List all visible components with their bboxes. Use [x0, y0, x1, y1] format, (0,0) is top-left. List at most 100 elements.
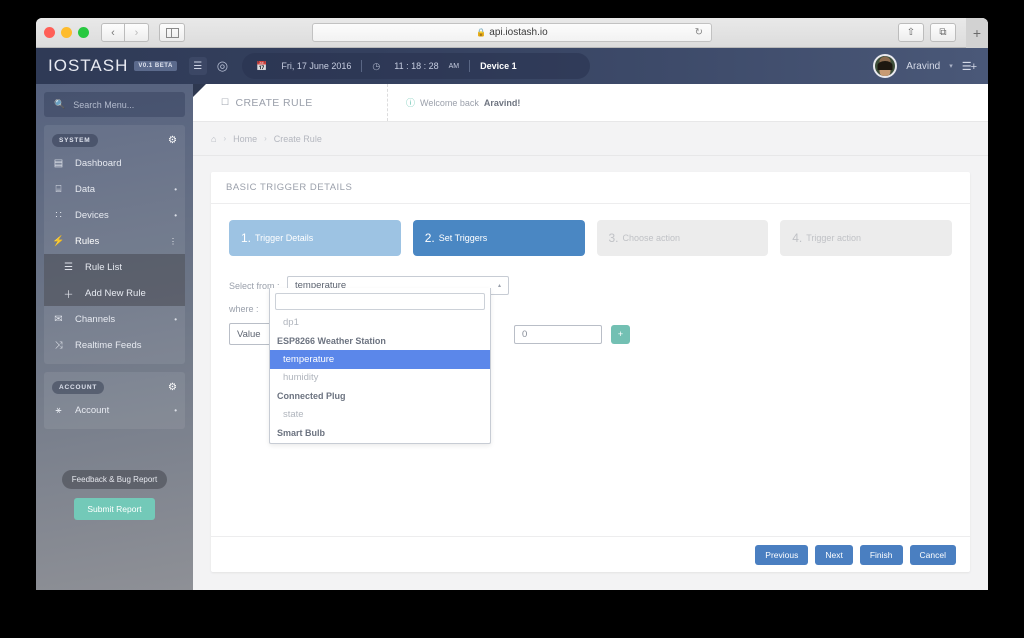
- dropdown-option-temperature[interactable]: temperature: [270, 350, 490, 369]
- inbox-icon: ✉: [54, 313, 63, 325]
- sidebar-item-label: Rules: [75, 235, 100, 247]
- gear-icon[interactable]: ⚙: [168, 382, 177, 393]
- breadcrumb-item-create-rule: Create Rule: [273, 133, 322, 144]
- user-name-label[interactable]: Aravind: [906, 61, 940, 72]
- globe-icon[interactable]: ◎: [217, 58, 228, 74]
- breadcrumb-item-home[interactable]: Home: [233, 134, 257, 144]
- sidebar-item-label: Add New Rule: [85, 287, 146, 299]
- step-choose-action[interactable]: 3. Choose action: [596, 220, 769, 256]
- back-button[interactable]: ‹: [101, 23, 125, 42]
- submit-report-button[interactable]: Submit Report: [74, 498, 155, 520]
- sidebar-item-label: Devices: [75, 209, 109, 221]
- sidebar-item-label: Account: [75, 404, 110, 416]
- step-label: Set Triggers: [438, 233, 488, 243]
- feedback-section: Feedback & Bug Report Submit Report: [44, 469, 185, 520]
- step-number: 2.: [424, 231, 435, 245]
- dropdown-option-dp1[interactable]: dp1: [270, 313, 490, 332]
- maximize-window-icon[interactable]: [78, 27, 89, 38]
- address-bar[interactable]: 🔒 api.iostash.io ↻: [312, 23, 712, 42]
- reload-icon[interactable]: ↻: [695, 27, 703, 38]
- divider: [469, 60, 471, 72]
- dropdown-option-state[interactable]: state: [270, 406, 490, 425]
- dashboard-icon: ▤: [53, 157, 64, 169]
- trigger-form: Select from : temperature ▴ where : Valu…: [211, 256, 970, 536]
- basic-trigger-details-card: BASIC TRIGGER DETAILS 1. Trigger Details…: [211, 172, 970, 572]
- browser-window: ‹ › 🔒 api.iostash.io ↻ ⇧ ⧉ + IOSTASH V0.…: [36, 18, 988, 590]
- minimize-window-icon[interactable]: [61, 27, 72, 38]
- app-logo[interactable]: IOSTASH: [48, 56, 128, 76]
- current-date: Fri, 17 June 2016: [281, 61, 352, 71]
- previous-button[interactable]: Previous: [755, 544, 809, 565]
- app-root: IOSTASH V0.1 BETA ☰ ◎ 📅 Fri, 17 June 201…: [36, 48, 988, 590]
- status-dot: •: [174, 405, 177, 415]
- step-set-triggers[interactable]: 2. Set Triggers: [412, 220, 585, 256]
- sidebar-item-rules[interactable]: ⚡ Rules ⋮: [44, 228, 185, 254]
- chevron-down-icon[interactable]: ▾: [949, 62, 953, 70]
- page-header: ☐ CREATE RULE ⓘ Welcome back Aravind!: [193, 84, 988, 122]
- share-button[interactable]: ⇧: [898, 23, 924, 42]
- tabs-button[interactable]: ⧉: [930, 23, 956, 42]
- sidebar-toggle-button[interactable]: [159, 23, 185, 42]
- close-window-icon[interactable]: [44, 27, 55, 38]
- sidebar-item-add-new-rule[interactable]: ＋ Add New Rule: [44, 280, 185, 306]
- add-condition-button[interactable]: +: [611, 324, 630, 344]
- sidebar-item-dashboard[interactable]: ▤ Dashboard: [44, 150, 185, 176]
- gear-icon[interactable]: ⚙: [168, 135, 177, 146]
- threshold-input[interactable]: 0: [514, 324, 602, 344]
- info-icon: ⓘ: [406, 98, 416, 108]
- add-menu-icon[interactable]: ☰+: [962, 60, 977, 73]
- divider: [361, 60, 363, 72]
- window-icon: ☐: [221, 97, 230, 107]
- step-number: 1.: [241, 231, 252, 245]
- sidebar-item-devices[interactable]: ∷ Devices •: [44, 202, 185, 228]
- sidebar-group-header: ACCOUNT ⚙: [44, 377, 185, 397]
- forward-button[interactable]: ›: [125, 23, 149, 42]
- next-button[interactable]: Next: [815, 544, 853, 565]
- time-meridiem: AM: [448, 62, 460, 70]
- bolt-icon: ⚡: [52, 235, 65, 247]
- sidebar-item-label: Realtime Feeds: [75, 339, 142, 351]
- cancel-button[interactable]: Cancel: [909, 544, 956, 565]
- breadcrumb-separator: ›: [264, 134, 267, 143]
- chevron-up-icon: ▴: [497, 283, 501, 289]
- user-icon: ⚹: [55, 404, 62, 416]
- step-label: Trigger Details: [255, 233, 314, 243]
- breadcrumb: ⌂ › Home › Create Rule: [193, 122, 988, 156]
- threshold-value: 0: [522, 328, 528, 340]
- step-trigger-action[interactable]: 4. Trigger action: [780, 220, 952, 256]
- sidebar-item-channels[interactable]: ✉ Channels •: [44, 306, 185, 332]
- url-text: api.iostash.io: [489, 27, 548, 38]
- finish-button[interactable]: Finish: [859, 544, 903, 565]
- step-number: 4.: [792, 231, 803, 245]
- sidebar-item-realtime-feeds[interactable]: ⤨ Realtime Feeds: [44, 332, 185, 358]
- new-tab-button[interactable]: +: [966, 18, 988, 48]
- sidebar-item-data[interactable]: ⌸ Data •: [44, 176, 185, 202]
- card-footer: Previous Next Finish Cancel: [211, 536, 970, 572]
- dropdown-option-humidity[interactable]: humidity: [270, 369, 490, 388]
- corner-accent: [193, 84, 206, 97]
- shuffle-icon: ⤨: [54, 339, 63, 351]
- breadcrumb-separator: ›: [223, 134, 227, 143]
- sidebar-icon: [165, 27, 179, 38]
- dropdown-group-smart-bulb: Smart Bulb: [277, 428, 326, 439]
- sidebar-item-rule-list[interactable]: ☰ Rule List: [44, 254, 185, 280]
- step-number: 3.: [608, 231, 619, 245]
- step-trigger-details[interactable]: 1. Trigger Details: [229, 220, 401, 256]
- avatar[interactable]: [873, 54, 898, 78]
- dropdown-search-input[interactable]: [275, 293, 485, 310]
- beta-badge: V0.1 BETA: [134, 61, 177, 71]
- sidebar-group-label: ACCOUNT: [52, 380, 105, 394]
- search-input[interactable]: 🔍 Search Menu...: [44, 92, 185, 117]
- home-icon[interactable]: ⌂: [211, 134, 216, 144]
- menu-toggle-icon[interactable]: ☰: [188, 57, 207, 75]
- card-heading: BASIC TRIGGER DETAILS: [211, 172, 970, 204]
- sidebar-item-label: Data: [75, 183, 96, 195]
- grid-icon: ∷: [55, 209, 62, 221]
- plus-icon: ＋: [63, 289, 74, 301]
- nav-buttons[interactable]: ‹ ›: [101, 23, 149, 42]
- page-title: ☐ CREATE RULE: [193, 84, 388, 121]
- sidebar-group-system: SYSTEM ⚙ ▤ Dashboard ⌸ Data • ∷ Devices …: [44, 125, 185, 364]
- sidebar-item-account[interactable]: ⚹ Account •: [44, 397, 185, 423]
- sidebar-group-label: SYSTEM: [52, 133, 98, 147]
- window-traffic-lights[interactable]: [44, 27, 89, 38]
